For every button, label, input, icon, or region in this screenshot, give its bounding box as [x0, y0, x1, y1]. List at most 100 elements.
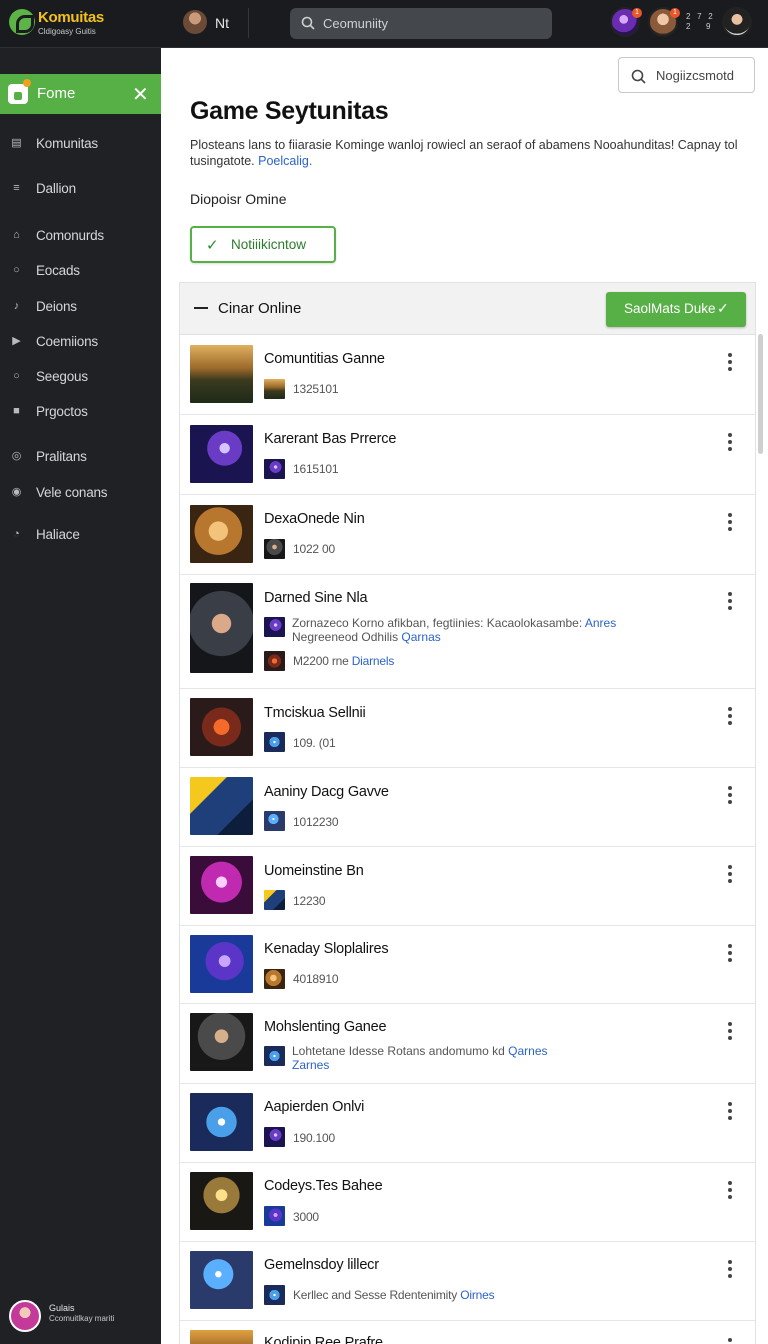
profile-name: Gulais: [49, 1303, 75, 1313]
user-avatar[interactable]: [183, 10, 207, 34]
game-mini-icon: [264, 1046, 285, 1066]
game-thumbnail[interactable]: [190, 1013, 253, 1071]
list-item[interactable]: Karerant Bas Prrerce 1615101: [180, 415, 755, 495]
list-item[interactable]: Kodipip Ree Prafre: [180, 1321, 755, 1344]
game-mini-icon: [264, 969, 285, 989]
game-thumbnail[interactable]: [190, 345, 253, 403]
sidebar-item-comonurds[interactable]: ⌂ Comonurds: [0, 221, 161, 251]
game-thumbnail[interactable]: [190, 935, 253, 993]
list-item[interactable]: Uomeinstine Bn 12230: [180, 847, 755, 926]
close-icon[interactable]: ✕: [132, 82, 149, 107]
game-title[interactable]: Aapierden Onlvi: [264, 1099, 364, 1115]
avatar[interactable]: [9, 1300, 41, 1332]
more-options-icon[interactable]: [727, 1102, 733, 1120]
user-name[interactable]: Nt: [215, 15, 229, 31]
more-options-icon[interactable]: [727, 865, 733, 883]
game-title[interactable]: Karerant Bas Prrerce: [264, 431, 396, 447]
list-header-button[interactable]: SaolMats Duke ✓: [606, 292, 746, 327]
notify-button[interactable]: ✓ Notiiikicntow: [190, 226, 336, 263]
radio-icon: ◉: [11, 486, 22, 498]
more-options-icon[interactable]: [727, 1022, 733, 1040]
logo-icon[interactable]: [9, 9, 35, 35]
sidebar-item-dallion[interactable]: ≡ Dallion: [0, 174, 161, 204]
more-options-icon[interactable]: [727, 513, 733, 531]
sidebar-item-haliace[interactable]: ◔ Haliace: [0, 520, 161, 550]
game-description: Lohtetane Idesse Rotans andomumo kd Qarn…: [292, 1044, 632, 1072]
sidebar-item-label: Vele conans: [36, 485, 108, 500]
description-link[interactable]: Poelcalig.: [258, 154, 312, 168]
more-options-icon[interactable]: [727, 707, 733, 725]
game-thumbnail[interactable]: [190, 583, 253, 673]
game-title[interactable]: Codeys.Tes Bahee: [264, 1178, 383, 1194]
sidebar-item-komunitas[interactable]: ▤ Komunitas: [0, 129, 161, 159]
profile-avatar[interactable]: [722, 7, 752, 37]
game-title[interactable]: Kodipip Ree Prafre: [264, 1335, 383, 1344]
game-thumbnail[interactable]: [190, 1172, 253, 1230]
sidebar-item-vele-conans[interactable]: ◉ Vele conans: [0, 478, 161, 508]
game-thumbnail[interactable]: [190, 856, 253, 914]
game-meta: Kerllec and Sesse Rdentenimity Oirnes: [293, 1288, 495, 1302]
music-icon: ♪: [13, 300, 20, 312]
game-title[interactable]: Kenaday Sloplalires: [264, 941, 389, 957]
game-mini-icon: [264, 459, 285, 479]
game-meta-link[interactable]: Oirnes: [460, 1288, 494, 1302]
game-thumbnail[interactable]: [190, 505, 253, 563]
scrollbar[interactable]: [758, 334, 763, 454]
list-item[interactable]: Comuntitias Ganne 1325101: [180, 335, 755, 415]
list-header-label: Cinar Online: [218, 300, 302, 317]
more-options-icon[interactable]: [727, 592, 733, 610]
list-item[interactable]: Mohslenting Ganee Lohtetane Idesse Rotan…: [180, 1004, 755, 1084]
game-title[interactable]: Uomeinstine Bn: [264, 863, 364, 879]
search-input[interactable]: Ceomuniity: [290, 8, 552, 39]
more-options-icon[interactable]: [727, 1260, 733, 1278]
profile-subtitle: Ccomuitlkay mariti: [49, 1314, 115, 1323]
list-item[interactable]: Tmciskua Sellnii 109. (01: [180, 689, 755, 768]
game-thumbnail[interactable]: [190, 777, 253, 835]
list-item[interactable]: Aaniny Dacg Gavve 1012230: [180, 768, 755, 847]
more-options-icon[interactable]: [727, 1338, 733, 1344]
brand-title[interactable]: Komuitas: [38, 9, 104, 26]
game-thumbnail[interactable]: [190, 1251, 253, 1309]
list-item[interactable]: Darned Sine Nla Zornazeco Korno afikban,…: [180, 575, 755, 689]
game-thumbnail[interactable]: [190, 698, 253, 756]
sidebar-item-coemiions[interactable]: ▶ Coemiions: [0, 327, 161, 357]
list-item[interactable]: Codeys.Tes Bahee 3000: [180, 1163, 755, 1242]
game-description-link[interactable]: Qarnes: [508, 1044, 547, 1058]
list-header-button-label: SaolMats Duke: [624, 301, 716, 316]
list-item[interactable]: DexaOnede Nin 1022 00: [180, 495, 755, 575]
sidebar-item-prgoctos[interactable]: ■ Prgoctos: [0, 397, 161, 427]
sidebar-item-seegous[interactable]: ○ Seegous: [0, 362, 161, 392]
list-item[interactable]: Aapierden Onlvi 190.100: [180, 1084, 755, 1163]
sidebar-item-home[interactable]: Fome ✕: [0, 74, 161, 114]
sidebar-item-deions[interactable]: ♪ Deions: [0, 292, 161, 322]
sidebar-profile[interactable]: Gulais Ccomuitlkay mariti: [0, 1292, 161, 1344]
game-title[interactable]: Tmciskua Sellnii: [264, 705, 366, 721]
target-icon: ◎: [11, 450, 22, 462]
sidebar-item-eocads[interactable]: ○ Eocads: [0, 256, 161, 286]
more-options-icon[interactable]: [727, 1181, 733, 1199]
more-options-icon[interactable]: [727, 944, 733, 962]
game-title[interactable]: Comuntitias Ganne: [264, 351, 385, 367]
game-title[interactable]: Darned Sine Nla: [264, 590, 368, 606]
more-options-icon[interactable]: [727, 353, 733, 371]
grid-icon: ■: [13, 405, 20, 417]
list-item[interactable]: Kenaday Sloplalires 4018910: [180, 926, 755, 1004]
suggest-button[interactable]: Nogiizcsmotd: [618, 57, 755, 93]
game-title[interactable]: Gemelnsdoy lillecr: [264, 1257, 379, 1273]
game-title[interactable]: DexaOnede Nin: [264, 511, 365, 527]
more-options-icon[interactable]: [727, 433, 733, 451]
list-item[interactable]: Gemelnsdoy lillecr Kerllec and Sesse Rde…: [180, 1242, 755, 1321]
game-thumbnail[interactable]: [190, 425, 253, 483]
game-title[interactable]: Mohslenting Ganee: [264, 1019, 387, 1035]
collapse-icon[interactable]: [194, 307, 208, 309]
more-options-icon[interactable]: [727, 786, 733, 804]
game-thumbnail[interactable]: [190, 1330, 253, 1344]
sidebar-item-pralitans[interactable]: ◎ Pralitans: [0, 442, 161, 472]
game-description-link[interactable]: Qarnas: [401, 630, 440, 644]
game-thumbnail[interactable]: [190, 1093, 253, 1151]
game-mini-icon: [264, 539, 285, 559]
game-description-link[interactable]: Zarnes: [292, 1058, 329, 1072]
game-description-link[interactable]: Anres: [585, 616, 616, 630]
game-meta-link[interactable]: Diarnels: [352, 654, 395, 668]
game-title[interactable]: Aaniny Dacg Gavve: [264, 784, 389, 800]
